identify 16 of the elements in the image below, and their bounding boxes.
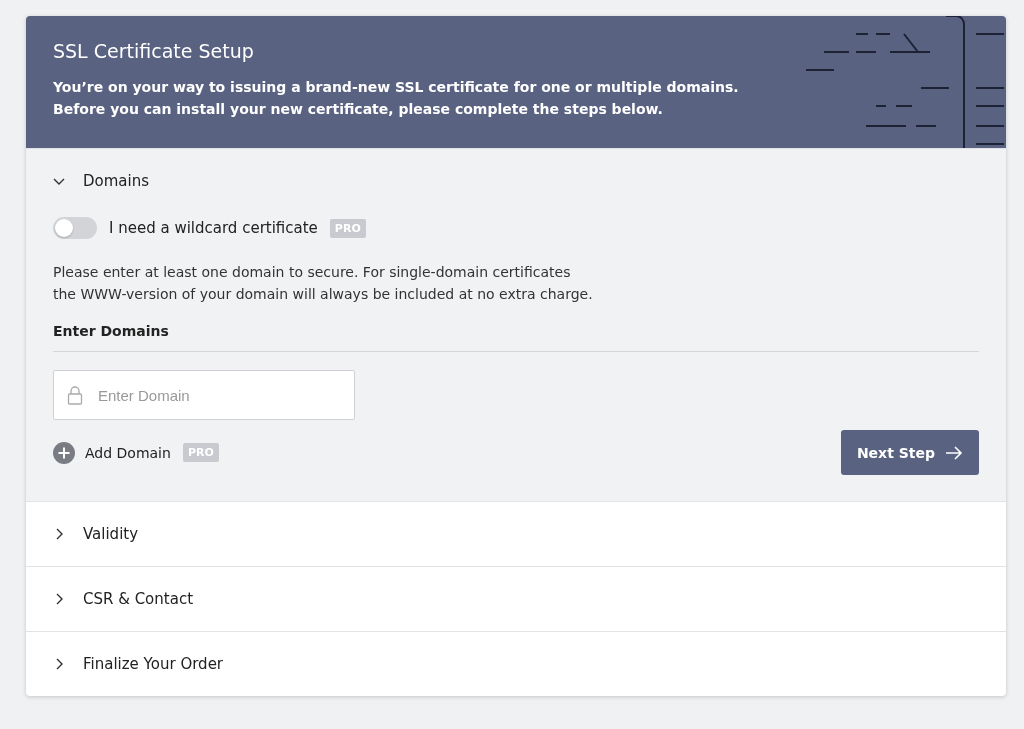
add-domain-button[interactable]: Add Domain xyxy=(53,441,171,464)
info-text: Please enter at least one domain to secure. For single-domain certificates the WWW-version of your domain will always be included at no extra charge. xyxy=(53,263,594,304)
domain-input-field[interactable]: Enter Domain xyxy=(53,370,355,420)
section-header[interactable]: Validity xyxy=(26,502,1006,566)
section-header[interactable]: Domains xyxy=(26,149,1006,213)
wildcard-label: I need a wildcard certificate xyxy=(109,219,318,237)
lock-icon xyxy=(67,385,83,405)
wildcard-toggle[interactable] xyxy=(53,217,97,239)
header-description: You’re on your way to issuing a brand-new SSL certificate for one or multiple domains. Before you can install your new certificate, please complete the steps below. xyxy=(53,78,739,119)
next-step-button[interactable]: Next Step xyxy=(840,430,979,475)
plus-icon xyxy=(53,441,75,464)
arrow-right-icon xyxy=(945,445,963,460)
enter-domains-heading: Enter Domains xyxy=(53,323,979,352)
section-header[interactable]: Finalize Your Order xyxy=(26,632,1006,696)
page-title: SSL Certificate Setup xyxy=(53,40,255,62)
section-header[interactable]: CSR & Contact xyxy=(26,567,1006,631)
